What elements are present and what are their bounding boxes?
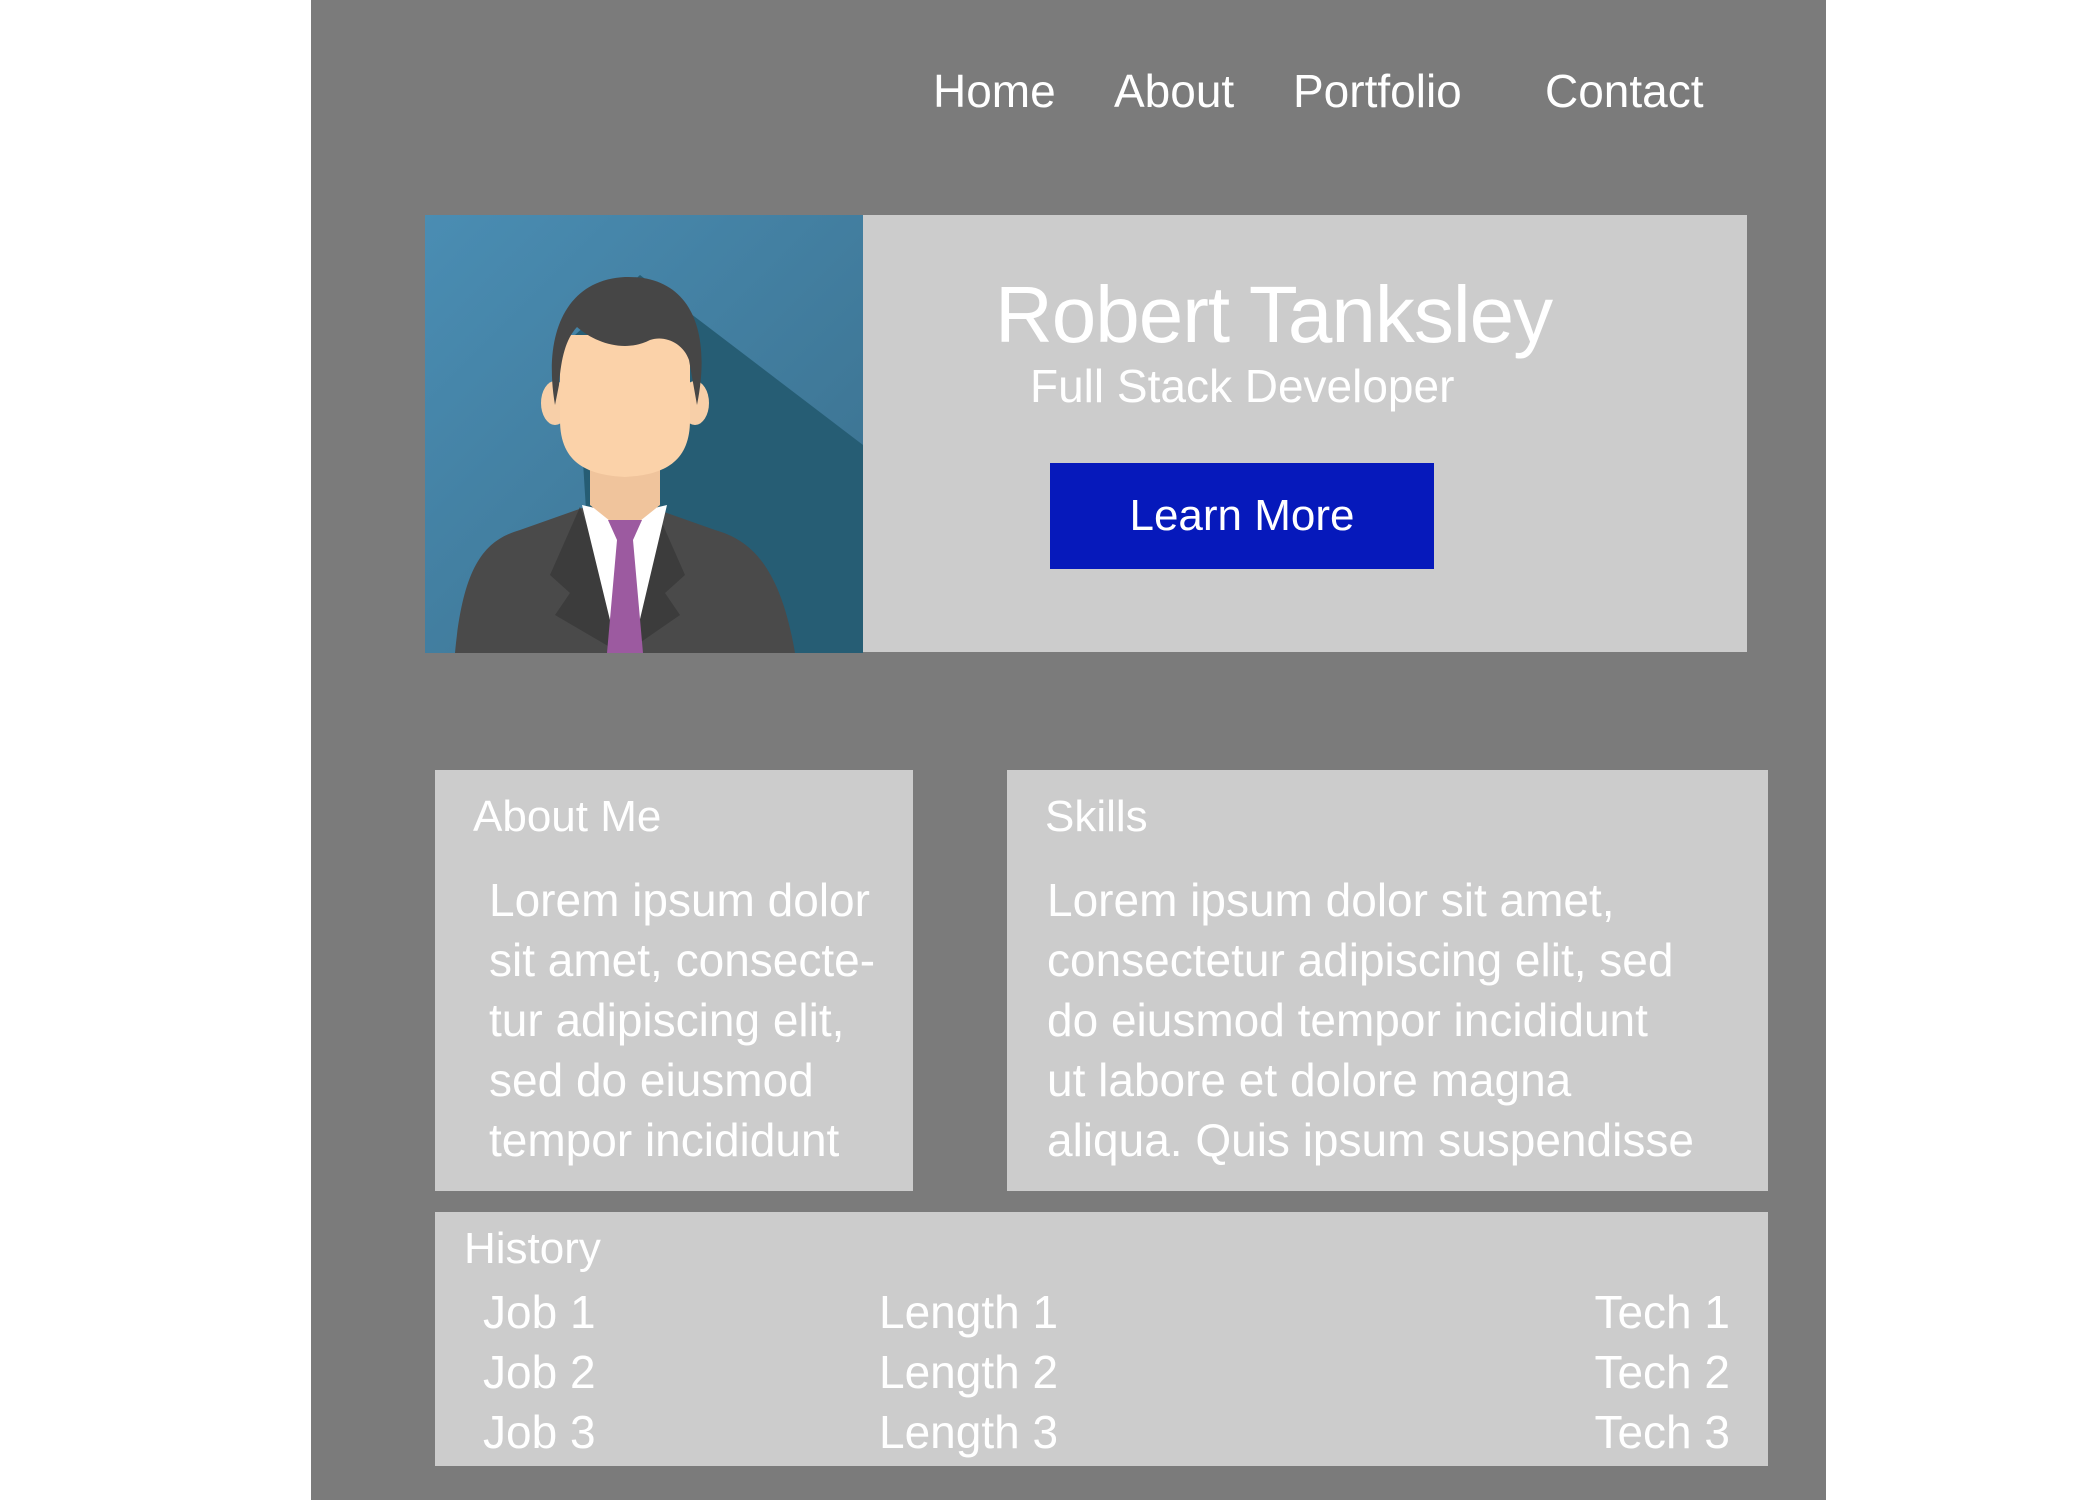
- history-heading: History: [464, 1224, 601, 1273]
- about-me-card: About Me Lorem ipsum dolor sit amet, con…: [435, 770, 913, 1191]
- history-job: Job 3: [483, 1406, 596, 1458]
- skills-line: ut labore et dolore magna: [1047, 1054, 1572, 1106]
- skills-card: Skills Lorem ipsum dolor sit amet, conse…: [1007, 770, 1768, 1191]
- nav-link-about[interactable]: About: [1114, 62, 1234, 120]
- about-me-text: Lorem ipsum dolor sit amet, consecte- tu…: [489, 870, 899, 1170]
- person-avatar-icon: [425, 215, 863, 653]
- hero-name: Robert Tanksley: [995, 270, 1553, 359]
- skills-line: do eiusmod tempor incididunt: [1047, 994, 1648, 1046]
- nav-link-home[interactable]: Home: [933, 62, 1056, 120]
- history-row: Job 2 Length 2 Tech 2: [435, 1342, 1768, 1402]
- hero-job-title: Full Stack Developer: [1030, 360, 1455, 412]
- skills-text: Lorem ipsum dolor sit amet, consectetur …: [1047, 870, 1747, 1170]
- about-me-line: sed do eiusmod: [489, 1054, 814, 1106]
- skills-line: consectetur adipiscing elit, sed: [1047, 934, 1674, 986]
- nav-link-contact[interactable]: Contact: [1545, 62, 1704, 120]
- history-tech: Tech 3: [1594, 1406, 1730, 1458]
- skills-line: aliqua. Quis ipsum suspendisse: [1047, 1114, 1694, 1166]
- skills-line: Lorem ipsum dolor sit amet,: [1047, 874, 1615, 926]
- hero-section: Robert Tanksley Full Stack Developer Lea…: [425, 215, 1747, 653]
- history-tech: Tech 1: [1594, 1286, 1730, 1338]
- nav-link-portfolio[interactable]: Portfolio: [1293, 62, 1462, 120]
- about-me-line: tur adipiscing elit,: [489, 994, 845, 1046]
- history-row: Job 1 Length 1 Tech 1: [435, 1282, 1768, 1342]
- history-length: Length 3: [879, 1406, 1059, 1458]
- history-row: Job 3 Length 3 Tech 3: [435, 1402, 1768, 1462]
- history-card: History Job 1 Length 1 Tech 1 Job 2 Leng…: [435, 1212, 1768, 1466]
- about-me-line: Lorem ipsum dolor: [489, 874, 870, 926]
- about-me-heading: About Me: [473, 792, 662, 841]
- history-length: Length 2: [879, 1346, 1059, 1398]
- history-job: Job 1: [483, 1286, 596, 1338]
- learn-more-button[interactable]: Learn More: [1050, 463, 1434, 569]
- history-tech: Tech 2: [1594, 1346, 1730, 1398]
- about-me-line: tempor incididunt: [489, 1114, 840, 1166]
- skills-heading: Skills: [1045, 792, 1148, 841]
- history-job: Job 2: [483, 1346, 596, 1398]
- about-me-line: sit amet, consecte-: [489, 934, 876, 986]
- history-length: Length 1: [879, 1286, 1059, 1338]
